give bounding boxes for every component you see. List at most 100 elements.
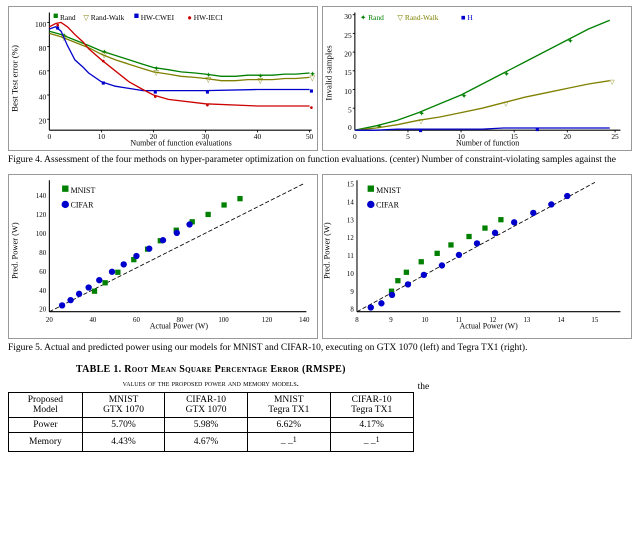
col-header-cifar-gtx: CIFAR-10GTX 1070 bbox=[165, 393, 248, 418]
svg-text:20: 20 bbox=[344, 49, 352, 58]
right-text-the: the bbox=[418, 381, 632, 394]
svg-text:●: ● bbox=[187, 13, 191, 22]
svg-text:10: 10 bbox=[344, 87, 352, 96]
svg-text:CIFAR: CIFAR bbox=[376, 200, 400, 209]
svg-text:5: 5 bbox=[406, 132, 410, 141]
svg-text:80: 80 bbox=[39, 250, 46, 257]
col-header-mnist-tegra: MNISTTegra TX1 bbox=[247, 393, 330, 418]
svg-text:■: ■ bbox=[310, 88, 314, 95]
svg-text:12: 12 bbox=[347, 235, 354, 242]
svg-text:■: ■ bbox=[205, 89, 209, 96]
table-row-power: Power 5.70% 5.98% 6.62% 4.17% bbox=[9, 418, 414, 433]
svg-text:■ H: ■ H bbox=[461, 13, 473, 22]
svg-text:10: 10 bbox=[98, 132, 106, 141]
svg-text:40: 40 bbox=[89, 317, 96, 324]
svg-text:80: 80 bbox=[177, 317, 184, 324]
svg-text:140: 140 bbox=[299, 317, 310, 324]
svg-text:▽: ▽ bbox=[504, 101, 509, 108]
svg-text:CIFAR: CIFAR bbox=[71, 200, 95, 209]
svg-text:100: 100 bbox=[35, 20, 46, 29]
rmspe-table: ProposedModel MNISTGTX 1070 CIFAR-10GTX … bbox=[8, 392, 414, 452]
svg-text:▽ Rand-Walk: ▽ Rand-Walk bbox=[397, 13, 438, 22]
row-label-memory: Memory bbox=[9, 433, 83, 452]
svg-text:40: 40 bbox=[39, 92, 47, 101]
svg-text:●: ● bbox=[153, 93, 157, 100]
row-label-power: Power bbox=[9, 418, 83, 433]
svg-text:120: 120 bbox=[36, 212, 47, 219]
svg-text:60: 60 bbox=[133, 317, 140, 324]
svg-text:100: 100 bbox=[36, 231, 47, 238]
table-subtitle: values of the proposed power and memory … bbox=[8, 377, 414, 390]
svg-text:15: 15 bbox=[591, 317, 598, 324]
svg-text:9: 9 bbox=[350, 289, 354, 296]
svg-text:14: 14 bbox=[347, 199, 354, 206]
svg-text:●: ● bbox=[56, 22, 60, 29]
svg-text:■: ■ bbox=[419, 127, 423, 134]
svg-text:15: 15 bbox=[344, 68, 352, 77]
svg-text:●: ● bbox=[205, 102, 209, 109]
svg-text:140: 140 bbox=[36, 193, 47, 200]
svg-text:✦: ✦ bbox=[567, 36, 574, 45]
svg-text:✦: ✦ bbox=[461, 91, 468, 100]
chart-scatter-gtx: Pred. Power (W) Actual Power (W) 20 40 6… bbox=[8, 174, 318, 339]
svg-text:13: 13 bbox=[523, 317, 530, 324]
svg-text:9: 9 bbox=[389, 317, 393, 324]
col-header-mnist-gtx: MNISTGTX 1070 bbox=[82, 393, 165, 418]
svg-text:Rand-Walk: Rand-Walk bbox=[91, 13, 125, 22]
svg-text:Number of function evaluations: Number of function evaluations bbox=[130, 138, 231, 147]
chart-invalid-samples: Invalid samples Number of function 0 5 1… bbox=[322, 6, 632, 151]
svg-text:15: 15 bbox=[347, 181, 354, 188]
svg-text:40: 40 bbox=[39, 288, 46, 295]
svg-text:20: 20 bbox=[150, 132, 158, 141]
table-section: TABLE 1. Root Mean Square Percentage Err… bbox=[8, 363, 414, 453]
svg-text:▽: ▽ bbox=[83, 13, 90, 22]
svg-text:8: 8 bbox=[355, 317, 359, 324]
svg-text:60: 60 bbox=[39, 68, 47, 77]
svg-text:Invalid samples: Invalid samples bbox=[324, 45, 334, 101]
svg-text:5: 5 bbox=[348, 105, 352, 114]
svg-text:0: 0 bbox=[348, 123, 352, 132]
svg-text:10: 10 bbox=[457, 132, 465, 141]
cell-power-cifar-tegra: 4.17% bbox=[330, 418, 413, 433]
svg-text:✦: ✦ bbox=[419, 109, 426, 118]
svg-text:11: 11 bbox=[347, 253, 354, 260]
col-header-model: ProposedModel bbox=[9, 393, 83, 418]
svg-text:13: 13 bbox=[347, 217, 354, 224]
fig4-caption: Figure 4. Assessment of the four methods… bbox=[8, 154, 632, 167]
svg-text:■: ■ bbox=[101, 80, 105, 87]
svg-text:0: 0 bbox=[353, 132, 357, 141]
svg-text:Pred. Power (W): Pred. Power (W) bbox=[9, 222, 19, 279]
svg-text:■: ■ bbox=[535, 126, 539, 133]
svg-text:50: 50 bbox=[306, 132, 314, 141]
svg-text:40: 40 bbox=[254, 132, 262, 141]
svg-text:▽: ▽ bbox=[610, 79, 615, 86]
svg-text:11: 11 bbox=[456, 317, 463, 324]
svg-text:MNIST: MNIST bbox=[376, 186, 401, 195]
cell-memory-mnist-tegra: – –1 bbox=[247, 433, 330, 452]
svg-text:✦ Rand: ✦ Rand bbox=[360, 13, 384, 22]
cell-power-mnist-tegra: 6.62% bbox=[247, 418, 330, 433]
table-row-memory: Memory 4.43% 4.67% – –1 – –1 bbox=[9, 433, 414, 452]
cell-power-cifar-gtx: 5.98% bbox=[165, 418, 248, 433]
svg-text:✦: ✦ bbox=[504, 69, 511, 78]
svg-text:14: 14 bbox=[557, 317, 564, 324]
svg-text:60: 60 bbox=[39, 269, 46, 276]
svg-text:0: 0 bbox=[48, 132, 52, 141]
right-content-placeholder: the bbox=[418, 361, 632, 453]
table-title: TABLE 1. Root Mean Square Percentage Err… bbox=[8, 363, 414, 377]
fig5-caption: Figure 5. Actual and predicted power usi… bbox=[8, 342, 632, 355]
cell-memory-mnist-gtx: 4.43% bbox=[82, 433, 165, 452]
svg-text:Best Test error (%): Best Test error (%) bbox=[10, 45, 20, 112]
svg-text:8: 8 bbox=[350, 307, 354, 314]
svg-text:●: ● bbox=[101, 58, 105, 65]
chart-scatter-tegra: Pred. Power (W) Actual Power (W) 8 9 10 … bbox=[322, 174, 632, 339]
svg-text:15: 15 bbox=[510, 132, 518, 141]
svg-text:●: ● bbox=[310, 104, 314, 111]
svg-text:HW-IECI: HW-IECI bbox=[194, 13, 223, 22]
svg-text:Pred. Power (W): Pred. Power (W) bbox=[323, 222, 331, 279]
col-header-cifar-tegra: CIFAR-10Tegra TX1 bbox=[330, 393, 413, 418]
svg-text:25: 25 bbox=[344, 31, 352, 40]
svg-text:100: 100 bbox=[218, 317, 229, 324]
svg-text:20: 20 bbox=[46, 317, 53, 324]
svg-text:▽: ▽ bbox=[419, 119, 424, 126]
